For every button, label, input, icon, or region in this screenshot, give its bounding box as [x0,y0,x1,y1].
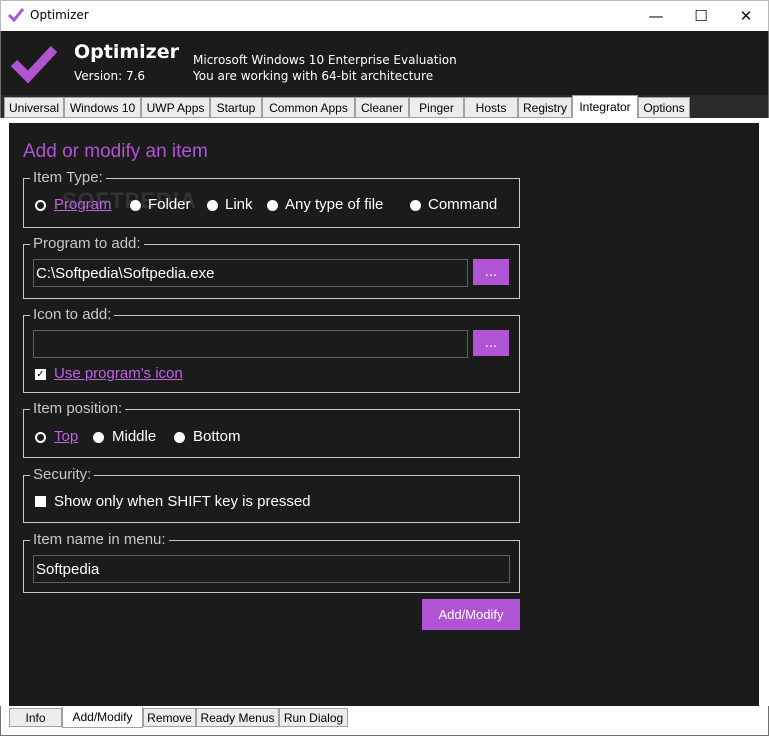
tab-registry[interactable]: Registry [518,97,572,118]
option-bottom[interactable]: Bottom [193,428,241,445]
checkmark-app-icon [8,8,24,23]
close-button[interactable]: ✕ [723,0,769,31]
radio-command[interactable] [410,200,421,211]
bottom-tab-info[interactable]: Info [9,708,62,727]
option-folder[interactable]: Folder [148,196,191,213]
option-any-file[interactable]: Any type of file [285,196,383,213]
option-program[interactable]: Program [54,196,112,213]
program-browse-button[interactable]: ... [473,259,509,285]
checkmark-logo-icon [10,45,58,83]
use-program-icon-label[interactable]: Use program's icon [54,365,183,382]
tab-universal[interactable]: Universal [4,97,64,118]
app-version: Version: 7.6 [74,69,146,83]
icon-browse-button[interactable]: ... [473,330,509,356]
radio-link[interactable] [207,200,218,211]
close-icon: ✕ [739,6,753,25]
radio-top[interactable] [35,432,46,443]
tab-windows-10[interactable]: Windows 10 [64,97,141,118]
radio-middle[interactable] [93,432,104,443]
position-legend: Item position: [30,400,126,417]
icon-path-input[interactable] [33,330,468,358]
item-name-legend: Item name in menu: [30,531,169,548]
bottom-tab-ready-menus[interactable]: Ready Menus [196,708,279,727]
icon-legend: Icon to add: [30,306,115,323]
use-program-icon-checkbox[interactable]: ✓ [35,369,46,380]
program-path-input[interactable]: C:\Softpedia\Softpedia.exe [33,259,468,287]
bottom-tab-run-dialog[interactable]: Run Dialog [279,708,348,727]
tab-startup[interactable]: Startup [210,97,262,118]
window-title: Optimizer [30,8,89,22]
option-link[interactable]: Link [225,196,253,213]
minimize-icon: — [648,6,664,25]
shift-only-checkbox[interactable] [35,496,46,507]
tab-common-apps[interactable]: Common Apps [262,97,355,118]
radio-bottom[interactable] [174,432,185,443]
bottom-tab-add-modify[interactable]: Add/Modify [62,707,143,728]
tab-uwp-apps[interactable]: UWP Apps [141,97,210,118]
option-top[interactable]: Top [54,428,78,445]
radio-program[interactable] [35,200,46,211]
option-middle[interactable]: Middle [112,428,156,445]
os-info: Microsoft Windows 10 Enterprise Evaluati… [193,53,457,67]
item-type-legend: Item Type: [30,169,106,186]
bottom-tab-remove[interactable]: Remove [143,708,196,727]
item-name-input[interactable]: Softpedia [33,555,510,583]
maximize-button[interactable]: ☐ [678,0,724,31]
radio-any-file[interactable] [267,200,278,211]
minimize-button[interactable]: — [633,0,679,31]
tab-integrator[interactable]: Integrator [572,95,638,118]
section-heading: Add or modify an item [23,141,208,162]
security-legend: Security: [30,466,95,483]
radio-folder[interactable] [130,200,141,211]
app-name: Optimizer [74,41,179,63]
option-command[interactable]: Command [428,196,497,213]
program-legend: Program to add: [30,235,144,252]
tab-pinger[interactable]: Pinger [409,97,464,118]
add-modify-button[interactable]: Add/Modify [422,599,520,630]
shift-only-label[interactable]: Show only when SHIFT key is pressed [54,493,311,510]
tab-hosts[interactable]: Hosts [464,97,518,118]
arch-info: You are working with 64-bit architecture [193,69,434,83]
maximize-icon: ☐ [694,6,708,25]
tab-options[interactable]: Options [638,97,690,118]
tab-cleaner[interactable]: Cleaner [355,97,409,118]
